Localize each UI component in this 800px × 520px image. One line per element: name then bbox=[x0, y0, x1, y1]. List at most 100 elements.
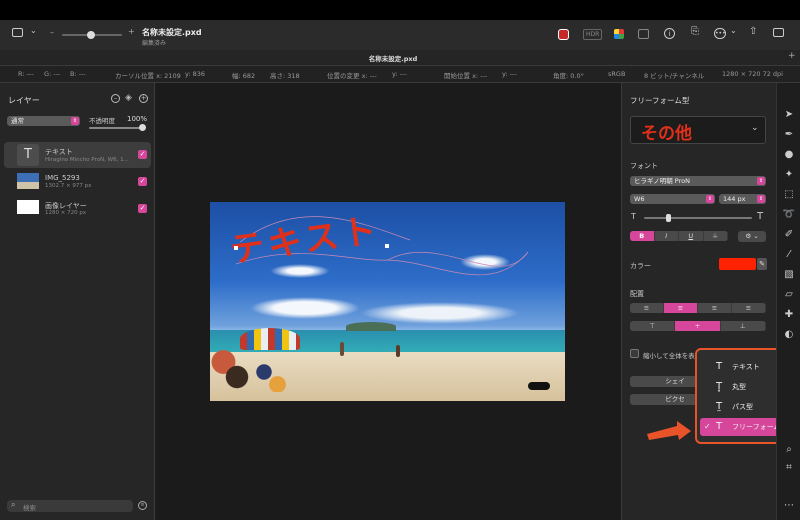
title-bar: ⌄ – + 名称未設定.pxd 編集済み HDR i ⎘ ••• ⌄ ⇧ bbox=[0, 20, 800, 50]
upload-icon[interactable]: ⇧ bbox=[749, 26, 757, 37]
image-icon[interactable] bbox=[638, 29, 649, 39]
layer-detail: 1280 × 720 px bbox=[45, 210, 87, 216]
share-icon[interactable]: ⎘ bbox=[691, 26, 699, 37]
arrow-tool-icon[interactable]: ➤ bbox=[781, 109, 797, 121]
font-size-small-icon: T bbox=[631, 212, 636, 221]
align-center-button[interactable]: ≡ bbox=[664, 303, 698, 313]
blend-mode-select[interactable]: 通常 ⇕ bbox=[7, 116, 80, 126]
filter-icon[interactable]: ≡ bbox=[138, 501, 147, 510]
zoom-slider[interactable] bbox=[62, 31, 122, 39]
opacity-slider[interactable] bbox=[89, 124, 146, 131]
healing-tool-icon[interactable]: ✚ bbox=[781, 309, 797, 321]
magic-tool-icon[interactable]: ✦ bbox=[781, 169, 797, 181]
sidebar-toggle-icon[interactable] bbox=[12, 28, 23, 37]
layer-detail: Hiragino Mincho ProN, W6, 1... bbox=[45, 157, 129, 163]
layer-name: IMG_5293 bbox=[45, 174, 80, 182]
layer-row-text[interactable]: T テキスト Hiragino Mincho ProN, W6, 1... ✓ bbox=[4, 142, 151, 168]
align-bottom-button[interactable]: ⊥ bbox=[721, 321, 766, 331]
layer-visible-checkbox[interactable]: ✓ bbox=[138, 150, 147, 159]
italic-button[interactable]: I bbox=[655, 231, 679, 241]
brush-tool-icon[interactable]: ⁄ bbox=[781, 249, 797, 261]
inspector-panel: フリーフォーム型 その他 ⌄ フォント ヒラギノ明朝 ProN ⇕ W6 ⇕ 1… bbox=[621, 83, 776, 520]
info-r: R: --- bbox=[18, 70, 34, 78]
info-height: 高さ: 318 bbox=[270, 72, 300, 80]
layer-search-field[interactable]: ⌕ 検索 bbox=[7, 500, 133, 512]
eyedropper-icon[interactable]: ✎ bbox=[757, 258, 767, 270]
chevron-updown-icon: ⇕ bbox=[757, 195, 765, 203]
clone-tool-icon[interactable]: ◐ bbox=[781, 329, 797, 341]
info-angle: 角度: 0.0° bbox=[553, 72, 584, 80]
text-color-swatch[interactable] bbox=[719, 258, 756, 270]
color-label: カラー bbox=[630, 262, 651, 270]
transform-handle[interactable] bbox=[385, 244, 389, 248]
font-size-value: 144 px bbox=[723, 195, 746, 203]
info-cursor-x: カーソル位置 x: 2109 bbox=[115, 72, 181, 80]
chevron-down-icon-2[interactable]: ⌄ bbox=[730, 26, 737, 35]
align-top-button[interactable]: ⊤ bbox=[630, 321, 676, 331]
opacity-slider-knob[interactable] bbox=[139, 124, 146, 131]
zoom-in-icon[interactable]: + bbox=[128, 27, 135, 36]
align-middle-button[interactable]: ÷ bbox=[675, 321, 721, 331]
pen-tool-icon[interactable]: ✐ bbox=[781, 229, 797, 241]
gradient-tool-icon[interactable]: ▧ bbox=[781, 269, 797, 281]
text-style-preset[interactable]: その他 ⌄ bbox=[630, 116, 766, 144]
tab-bar: 名称未設定.pxd + bbox=[0, 50, 800, 66]
font-size-slider[interactable] bbox=[644, 214, 752, 222]
annotation-arrow-icon bbox=[647, 421, 691, 440]
select-tool-icon[interactable]: ⬚ bbox=[781, 189, 797, 201]
document-canvas[interactable]: テキスト bbox=[210, 202, 565, 401]
freeform-text-icon: T bbox=[716, 421, 723, 432]
opacity-label: 不透明度 bbox=[89, 117, 115, 125]
zoom-slider-knob[interactable] bbox=[87, 31, 95, 39]
add-layer-icon[interactable]: + bbox=[139, 94, 148, 103]
chevron-updown-icon: ⇕ bbox=[71, 117, 79, 125]
shrink-to-fit-checkbox[interactable] bbox=[630, 349, 639, 358]
window-subtitle: 編集済み bbox=[142, 40, 167, 47]
freeform-text-layer[interactable]: テキスト bbox=[210, 202, 565, 401]
hdr-badge[interactable]: HDR bbox=[583, 29, 603, 40]
layer-row-image[interactable]: IMG_5293 1302.7 × 977 px ✓ bbox=[4, 170, 151, 194]
font-size-slider-knob[interactable] bbox=[666, 214, 671, 222]
lasso-tool-icon[interactable]: ➰ bbox=[781, 209, 797, 221]
layer-name: テキスト bbox=[45, 148, 73, 156]
chevron-down-icon[interactable]: ⌄ bbox=[30, 26, 37, 35]
remove-layer-icon[interactable]: – bbox=[111, 94, 120, 103]
text-options-button[interactable]: ⚙ ⌄ bbox=[738, 231, 766, 242]
eraser-tool-icon[interactable]: ▱ bbox=[781, 289, 797, 301]
bold-button[interactable]: B bbox=[630, 231, 655, 241]
tab-document[interactable]: 名称未設定.pxd bbox=[0, 53, 786, 63]
underline-button[interactable]: U bbox=[679, 231, 704, 241]
zoom-tool-icon[interactable]: ⌕ bbox=[781, 444, 797, 456]
align-right-button[interactable]: ≡ bbox=[698, 303, 732, 313]
search-placeholder: 検索 bbox=[23, 504, 36, 512]
strikethrough-button[interactable]: S bbox=[704, 231, 728, 241]
layers-panel: レイヤー – ◈ + 通常 ⇕ 不透明度 100% T テキスト Hiragin… bbox=[0, 83, 155, 520]
style-preview-text: その他 bbox=[641, 124, 692, 144]
color-grid-icon[interactable] bbox=[614, 29, 624, 39]
font-weight-select[interactable]: W6 ⇕ bbox=[630, 194, 715, 204]
layer-visible-checkbox[interactable]: ✓ bbox=[138, 177, 147, 186]
color-picker-icon[interactable] bbox=[558, 29, 569, 40]
layer-visible-checkbox[interactable]: ✓ bbox=[138, 204, 147, 213]
inspector-toggle-icon[interactable] bbox=[773, 28, 784, 37]
font-size-select[interactable]: 144 px ⇕ bbox=[719, 194, 766, 204]
shapes-tool-icon[interactable]: ● bbox=[781, 149, 797, 161]
add-tab-icon[interactable]: + bbox=[788, 51, 796, 61]
layers-stack-icon[interactable]: ◈ bbox=[125, 93, 132, 103]
layer-row-background[interactable]: 画像レイヤー 1280 × 720 px ✓ bbox=[4, 197, 151, 221]
more-tools-icon[interactable]: ⋯ bbox=[781, 500, 797, 512]
vector-tool-icon[interactable]: ✒ bbox=[781, 129, 797, 141]
background-layer-thumb bbox=[17, 200, 39, 214]
align-left-button[interactable]: ≡ bbox=[630, 303, 664, 313]
info-icon[interactable]: i bbox=[664, 28, 675, 39]
crop-tool-icon[interactable]: ⌗ bbox=[781, 462, 797, 474]
align-justify-button[interactable]: ≡ bbox=[732, 303, 766, 313]
chevron-updown-icon: ⇕ bbox=[757, 177, 765, 185]
more-icon[interactable]: ••• bbox=[714, 28, 726, 39]
horizontal-align-buttons: ≡ ≡ ≡ ≡ bbox=[630, 303, 766, 313]
font-family-select[interactable]: ヒラギノ明朝 ProN ⇕ bbox=[630, 176, 766, 186]
zoom-out-icon[interactable]: – bbox=[50, 28, 54, 37]
canvas-text[interactable]: テキスト bbox=[228, 210, 383, 271]
warp-guide-outer bbox=[387, 251, 529, 267]
transform-handle[interactable] bbox=[234, 246, 238, 250]
